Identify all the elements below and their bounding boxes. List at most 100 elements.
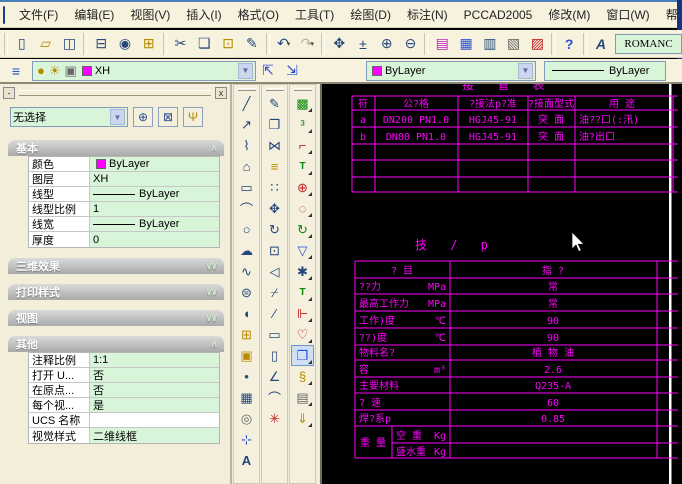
menu-tools[interactable]: 工具(T) [287,4,342,25]
selection-combo[interactable]: 无选择 ▼ [10,107,128,127]
extend-button[interactable]: ∕ [263,303,286,324]
erase-button[interactable]: ✎ [263,93,286,114]
rotate-button[interactable]: ↻ [263,219,286,240]
toolbar-grip[interactable] [265,88,284,91]
property-row-thickness[interactable]: 厚度 0 [29,232,219,247]
line-button[interactable]: ╱ [235,93,258,114]
paste-button[interactable]: ⊡ [216,32,240,56]
menu-pccad2005[interactable]: PCCAD2005 [456,6,541,24]
category-plot-style[interactable]: 打印样式 ∨∨ [8,284,224,300]
property-row-annotation-scale[interactable]: 注释比例 1:1 [29,353,219,368]
pan-button[interactable]: ✥ [327,32,351,56]
toolbar-grip[interactable] [4,32,8,55]
move-button[interactable]: ✥ [263,198,286,219]
zoom-realtime-button[interactable]: ± [351,32,375,56]
redo-dropdown-icon[interactable]: ▾ [311,40,315,48]
category-basic[interactable]: 基本 ∧ [8,140,224,156]
chevron-down-icon[interactable]: ∨∨ [205,261,218,272]
mtext-button[interactable]: A [235,450,258,471]
redo-button[interactable]: ↷ ▾ [296,32,320,56]
parts-list-button[interactable]: ▤ [291,387,314,408]
ellipse-arc-button[interactable]: ◖ [235,303,258,324]
property-row-ucs-icon-on[interactable]: 打开 U... 否 [29,368,219,383]
palette-titlebar[interactable]: - x [3,86,227,100]
menu-window[interactable]: 窗口(W) [598,4,657,25]
trim-button[interactable]: ⌿ [263,282,286,303]
palette-grip[interactable] [19,90,211,96]
menu-view[interactable]: 视图(V) [122,4,178,25]
insert-block-button[interactable]: ⊞ [235,324,258,345]
previous-layer-button[interactable]: ⇲ [280,59,304,83]
attach-button[interactable]: § [291,366,314,387]
offset-button[interactable]: ≡ [263,156,286,177]
roughness-button[interactable]: ▽ [291,240,314,261]
text-tool-button[interactable]: T [291,282,314,303]
category-other[interactable]: 其他 ∧ [8,336,224,352]
new-button[interactable]: ▯ [10,32,34,56]
linetype-combo[interactable]: ByLayer [544,60,666,81]
view-arrow-button[interactable]: ↻ [291,219,314,240]
break-button[interactable]: ▯ [263,345,286,366]
zoom-window-button[interactable]: ⊕ [375,32,399,56]
save-button[interactable]: ◫ [58,32,82,56]
tool-palettes-button[interactable]: ▦ [454,32,478,56]
copy-object-button[interactable]: ❐ [263,114,286,135]
match-properties-button[interactable]: ✎ [240,32,264,56]
property-row-ucs-per-viewport[interactable]: 每个视... 是 [29,398,219,413]
dbconnect-button[interactable]: ▨ [526,32,550,56]
centerline-button[interactable]: ⊕ [291,177,314,198]
title-block-button[interactable]: ❒ [291,345,314,366]
menu-file[interactable]: 文件(F) [11,4,66,25]
layer-on-icon[interactable]: ● [37,63,45,78]
region-button[interactable]: ◎ [235,408,258,429]
menu-format[interactable]: 格式(O) [230,4,287,25]
circle-button[interactable]: ○ [235,219,258,240]
open-button[interactable]: ▱ [34,32,58,56]
weld-symbol-button[interactable]: ♡ [291,324,314,345]
property-row-linetype-scale[interactable]: 线型比例 1 [29,202,219,217]
category-3d-effects[interactable]: 三维效果 ∨∨ [8,258,224,274]
make-layer-current-button[interactable]: ⇱ [256,59,280,83]
palette-close-button[interactable]: x [215,87,227,99]
designcenter-button[interactable]: ▤ [430,32,454,56]
print-button[interactable]: ⊟ [89,32,113,56]
polyline-button[interactable]: ⌇ [235,135,258,156]
array-button[interactable]: ∷ [263,177,286,198]
property-row-lineweight[interactable]: 线宽 ByLayer [29,217,219,232]
text-annotation-button[interactable]: T [291,156,314,177]
print-preview-button[interactable]: ◉ [113,32,137,56]
rectangle-button[interactable]: ▭ [235,177,258,198]
construction-line-button[interactable]: ↗ [235,114,258,135]
menu-modify[interactable]: 修改(M) [540,4,598,25]
fillet-button[interactable]: ⌒ [263,387,286,408]
chevron-down-icon[interactable]: ▼ [238,62,253,79]
menu-edit[interactable]: 编辑(E) [66,4,122,25]
table-button[interactable]: ⊹ [235,429,258,450]
chevron-down-icon[interactable]: ▼ [110,109,125,125]
arc-button[interactable]: ⌒ [235,198,258,219]
plot-button[interactable]: ⊞ [137,32,161,56]
markup-button[interactable]: ▧ [502,32,526,56]
dashed-circle-button[interactable]: ◌ [291,198,314,219]
revcloud-button[interactable]: ☁ [235,240,258,261]
chevron-up-icon[interactable]: ∧ [211,143,218,154]
quick-select-button[interactable]: Ψ [183,107,203,127]
series-line-button[interactable]: ³ [291,114,314,135]
zoom-previous-button[interactable]: ⊖ [399,32,423,56]
chevron-down-icon[interactable]: ∨∨ [205,313,218,324]
toggle-pickadd-button[interactable]: ⊕ [133,107,153,127]
drawing-canvas[interactable]: 接 管 表 符 公?格 ?接法p?准 ?接面型式 用 途 a DN200 PN1… [320,84,682,484]
make-block-button[interactable]: ▣ [235,345,258,366]
layer-manager-button[interactable]: ≡ [4,59,28,83]
magic-tool-button[interactable]: ✱ [291,261,314,282]
copy-button[interactable]: ❏ [192,32,216,56]
property-row-linetype[interactable]: 线型 ByLayer [29,187,219,202]
chamfer-button[interactable]: ∠ [263,366,286,387]
pipe-symbol-button[interactable]: ⊩ [291,303,314,324]
undo-button[interactable]: ↶ ▾ [272,32,296,56]
property-row-ucs-name[interactable]: UCS 名称 [29,413,219,428]
palette-minimize-button[interactable]: - [3,87,15,99]
chevron-up-icon[interactable]: ∧ [211,339,218,350]
scale-button[interactable]: ⊡ [263,240,286,261]
hatch-button[interactable]: ▦ [235,387,258,408]
